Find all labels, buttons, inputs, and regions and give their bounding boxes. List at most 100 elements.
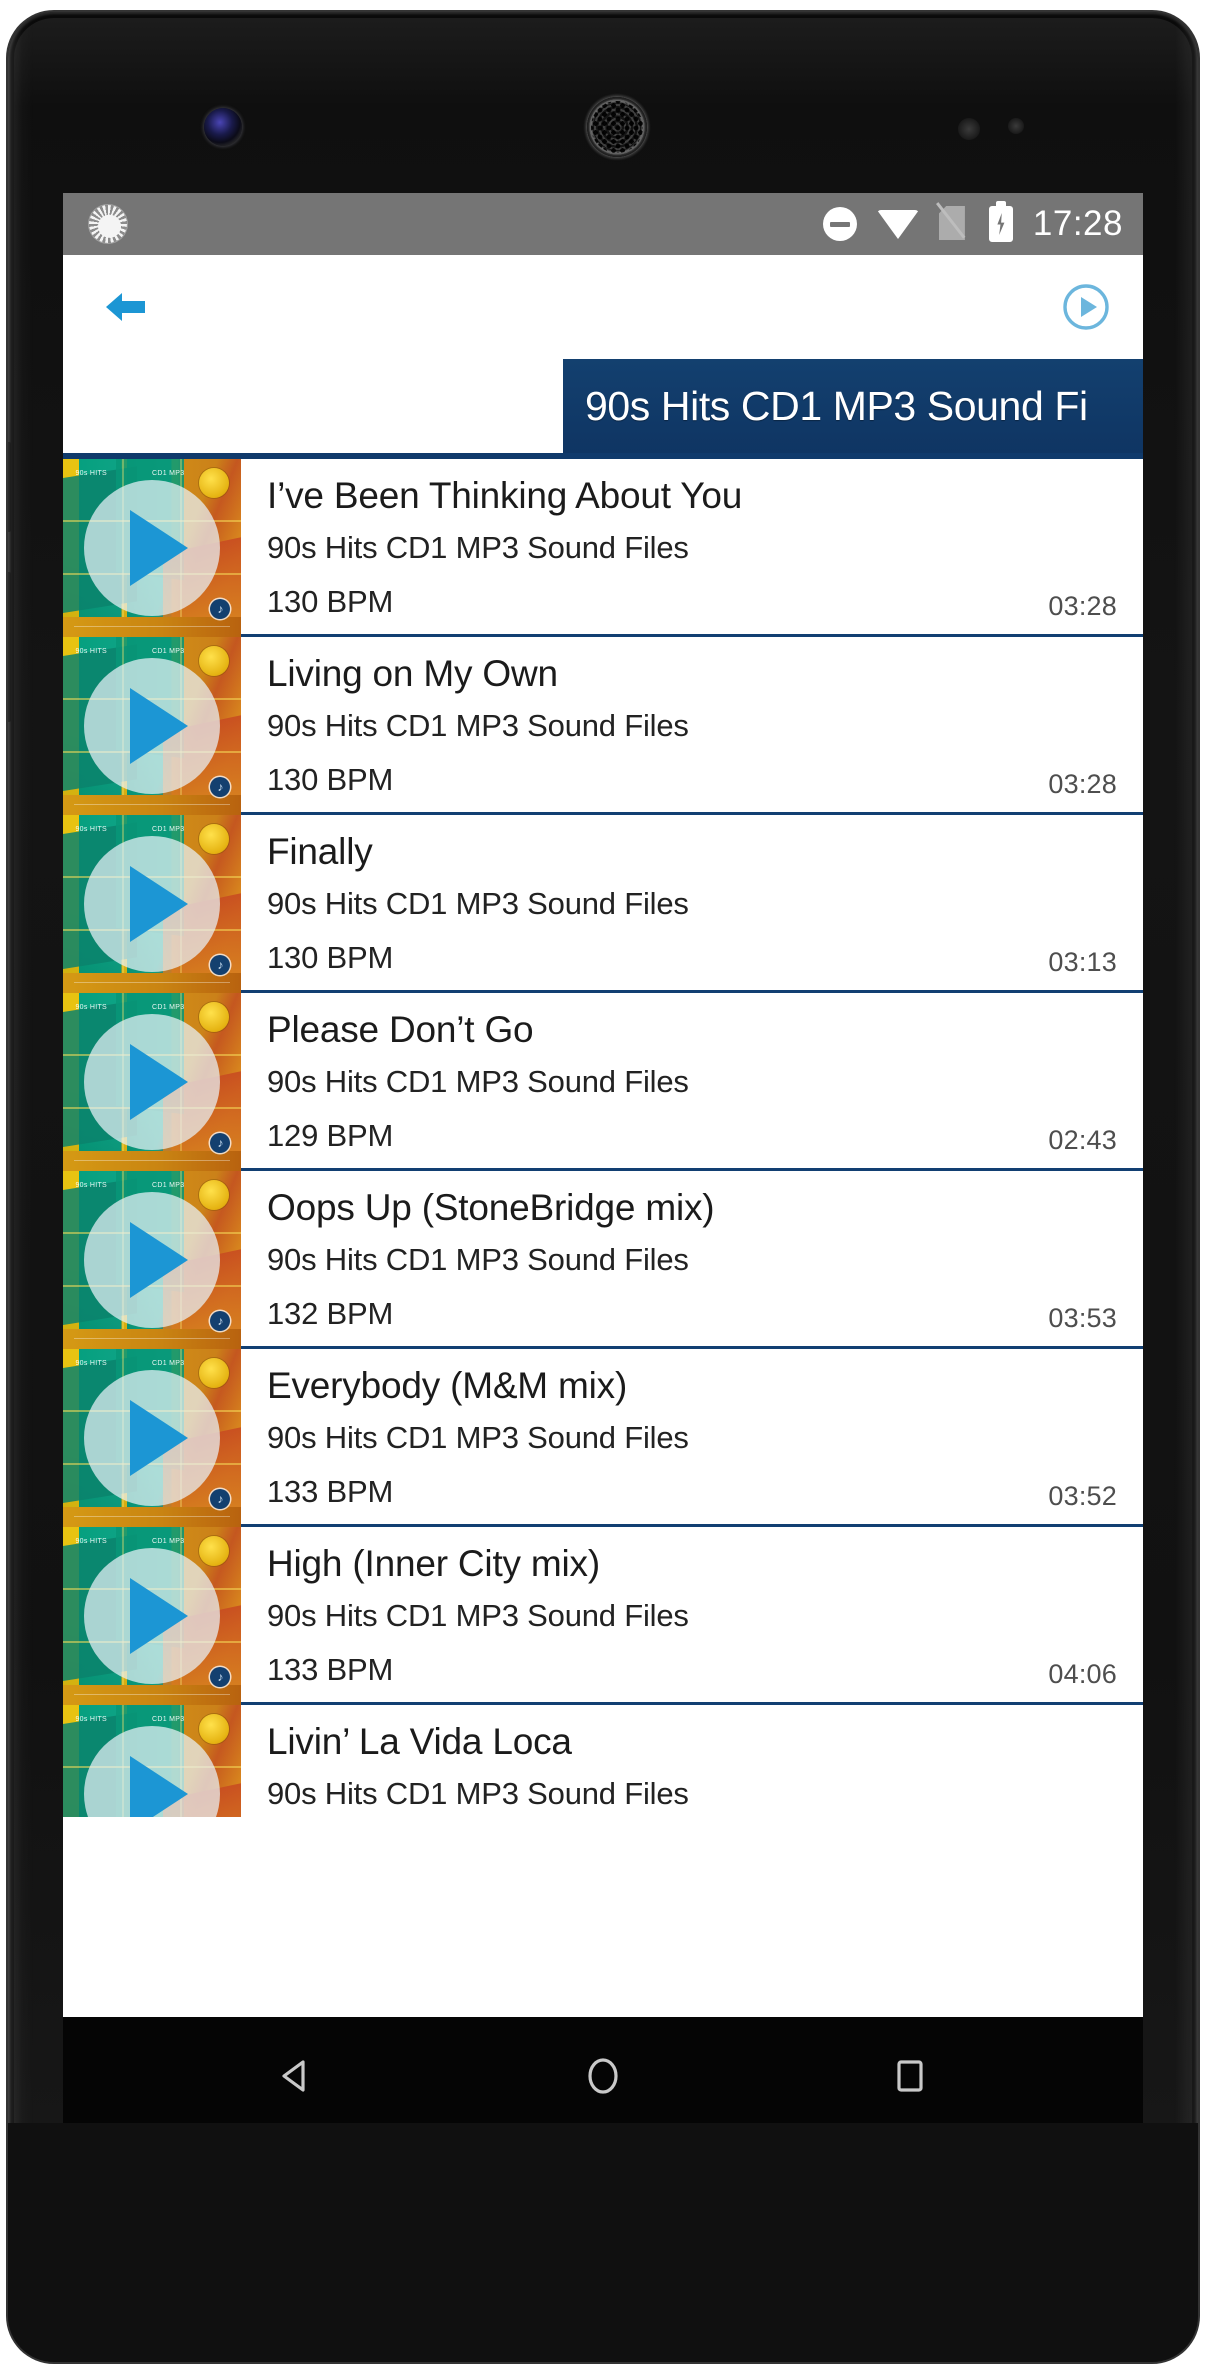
art-label-right: CD1 MP3 — [152, 1359, 185, 1367]
art-label-left: 90s HITS — [75, 647, 108, 655]
track-duration: 02:43 — [1048, 1125, 1117, 1155]
track-row[interactable]: 90s HITS CD1 MP3 Finally 90s Hits CD1 MP… — [63, 815, 1143, 993]
track-info: Finally 90s Hits CD1 MP3 Sound Files 130… — [241, 815, 1143, 990]
track-info: High (Inner City mix) 90s Hits CD1 MP3 S… — [241, 1527, 1143, 1702]
art-label-right: CD1 MP3 — [152, 1003, 185, 1011]
track-duration: 03:52 — [1048, 1481, 1117, 1511]
album-art-thumbnail[interactable]: 90s HITS CD1 MP3 — [63, 1171, 241, 1349]
do-not-disturb-icon — [822, 207, 857, 241]
play-triangle-overlay[interactable] — [84, 658, 220, 794]
device-chin — [8, 2123, 1198, 2362]
status-bar-left — [89, 205, 127, 243]
play-triangle-overlay[interactable] — [84, 1014, 220, 1150]
track-info: I’ve Been Thinking About You 90s Hits CD… — [241, 459, 1143, 634]
art-badge-icon — [198, 1179, 229, 1210]
track-row[interactable]: 90s HITS CD1 MP3 Livin’ La Vida Loca 90s… — [63, 1705, 1143, 1817]
track-bpm: 129 BPM — [267, 1118, 394, 1154]
art-label-left: 90s HITS — [75, 1715, 108, 1723]
track-title: Please Don’t Go — [267, 1009, 534, 1050]
track-title: Finally — [267, 831, 373, 872]
track-title: Living on My Own — [267, 653, 558, 694]
art-label-left: 90s HITS — [75, 1537, 108, 1545]
track-album: 90s Hits CD1 MP3 Sound Files — [267, 530, 689, 566]
track-row[interactable]: 90s HITS CD1 MP3 Everybody (M&M mix) 90s… — [63, 1349, 1143, 1527]
earpiece-speaker-icon — [586, 96, 648, 158]
title-band: 90s Hits CD1 MP3 Sound Fi — [63, 359, 1143, 453]
track-album: 90s Hits CD1 MP3 Sound Files — [267, 1064, 689, 1100]
track-album: 90s Hits CD1 MP3 Sound Files — [267, 1242, 689, 1278]
no-sim-icon — [935, 202, 969, 242]
android-navigation-bar — [63, 2017, 1143, 2123]
art-label-right: CD1 MP3 — [152, 1715, 185, 1723]
track-title: High (Inner City mix) — [267, 1543, 600, 1584]
status-bar-right: 17:28 — [822, 202, 1123, 244]
album-art-thumbnail[interactable]: 90s HITS CD1 MP3 — [63, 993, 241, 1171]
track-title: Everybody (M&M mix) — [267, 1365, 628, 1406]
play-triangle-overlay[interactable] — [84, 1192, 220, 1328]
track-album: 90s Hits CD1 MP3 Sound Files — [267, 1776, 689, 1812]
art-badge-icon — [198, 1357, 229, 1388]
art-label-right: CD1 MP3 — [152, 825, 185, 833]
album-art-thumbnail[interactable]: 90s HITS CD1 MP3 — [63, 1527, 241, 1705]
track-info: Oops Up (StoneBridge mix) 90s Hits CD1 M… — [241, 1171, 1143, 1346]
track-row[interactable]: 90s HITS CD1 MP3 Living on My Own 90s Hi… — [63, 637, 1143, 815]
nav-recents-button[interactable] — [881, 2047, 939, 2105]
album-title-text: 90s Hits CD1 MP3 Sound Fi — [585, 382, 1088, 429]
play-triangle-overlay[interactable] — [84, 480, 220, 616]
art-logo-icon — [210, 1311, 231, 1332]
track-bpm: 133 BPM — [267, 1652, 394, 1688]
battery-charging-icon — [988, 206, 1013, 242]
art-label-right: CD1 MP3 — [152, 1537, 185, 1545]
track-album: 90s Hits CD1 MP3 Sound Files — [267, 1598, 689, 1634]
status-bar: 17:28 — [63, 193, 1143, 255]
volume-button[interactable] — [8, 442, 11, 532]
art-label-left: 90s HITS — [75, 1003, 108, 1011]
art-label-left: 90s HITS — [75, 825, 108, 833]
track-duration: 04:06 — [1048, 1659, 1117, 1689]
track-row[interactable]: 90s HITS CD1 MP3 High (Inner City mix) 9… — [63, 1527, 1143, 1705]
sync-spinner-icon — [89, 205, 127, 243]
play-triangle-overlay[interactable] — [84, 1370, 220, 1506]
play-circle-icon[interactable] — [1061, 282, 1111, 332]
album-title-banner: 90s Hits CD1 MP3 Sound Fi — [563, 359, 1143, 453]
art-label-right: CD1 MP3 — [152, 1181, 185, 1189]
track-duration: 03:53 — [1048, 1303, 1117, 1333]
track-bpm: 132 BPM — [267, 1296, 394, 1332]
album-art-thumbnail[interactable]: 90s HITS CD1 MP3 — [63, 1349, 241, 1527]
track-bpm: 130 BPM — [267, 940, 394, 976]
track-album: 90s Hits CD1 MP3 Sound Files — [267, 1420, 689, 1456]
album-art-thumbnail[interactable]: 90s HITS CD1 MP3 — [63, 1705, 241, 1817]
track-title: Livin’ La Vida Loca — [267, 1721, 572, 1762]
back-arrow-icon[interactable] — [103, 289, 147, 325]
phone-device-frame: 17:28 90s Hits CD1 MP3 Sound Fi 90s HITS… — [8, 12, 1198, 2362]
track-duration: 03:28 — [1048, 591, 1117, 621]
nav-back-button[interactable] — [267, 2047, 325, 2105]
wifi-icon — [876, 209, 919, 239]
track-title: I’ve Been Thinking About You — [267, 475, 743, 516]
track-bpm: 130 BPM — [267, 584, 394, 620]
album-art-thumbnail[interactable]: 90s HITS CD1 MP3 — [63, 815, 241, 993]
art-label-right: CD1 MP3 — [152, 469, 185, 477]
power-button[interactable] — [8, 572, 11, 722]
album-art-thumbnail[interactable]: 90s HITS CD1 MP3 — [63, 459, 241, 637]
track-row[interactable]: 90s HITS CD1 MP3 Oops Up (StoneBridge mi… — [63, 1171, 1143, 1349]
track-info: Living on My Own 90s Hits CD1 MP3 Sound … — [241, 637, 1143, 812]
art-label-left: 90s HITS — [75, 469, 108, 477]
status-bar-clock: 17:28 — [1032, 204, 1123, 243]
art-label-right: CD1 MP3 — [152, 647, 185, 655]
art-badge-icon — [198, 1713, 229, 1744]
light-sensor-icon — [1008, 118, 1024, 134]
track-row[interactable]: 90s HITS CD1 MP3 Please Don’t Go 90s Hit… — [63, 993, 1143, 1171]
track-row[interactable]: 90s HITS CD1 MP3 I’ve Been Thinking Abou… — [63, 459, 1143, 637]
art-badge-icon — [198, 1001, 229, 1032]
track-info: Please Don’t Go 90s Hits CD1 MP3 Sound F… — [241, 993, 1143, 1168]
nav-home-button[interactable] — [574, 2047, 632, 2105]
album-art-thumbnail[interactable]: 90s HITS CD1 MP3 — [63, 637, 241, 815]
art-label-left: 90s HITS — [75, 1359, 108, 1367]
track-duration: 03:28 — [1048, 769, 1117, 799]
track-info: Everybody (M&M mix) 90s Hits CD1 MP3 Sou… — [241, 1349, 1143, 1524]
track-list[interactable]: 90s HITS CD1 MP3 I’ve Been Thinking Abou… — [63, 459, 1143, 2017]
play-triangle-overlay[interactable] — [84, 1548, 220, 1684]
art-label-left: 90s HITS — [75, 1181, 108, 1189]
play-triangle-overlay[interactable] — [84, 836, 220, 972]
